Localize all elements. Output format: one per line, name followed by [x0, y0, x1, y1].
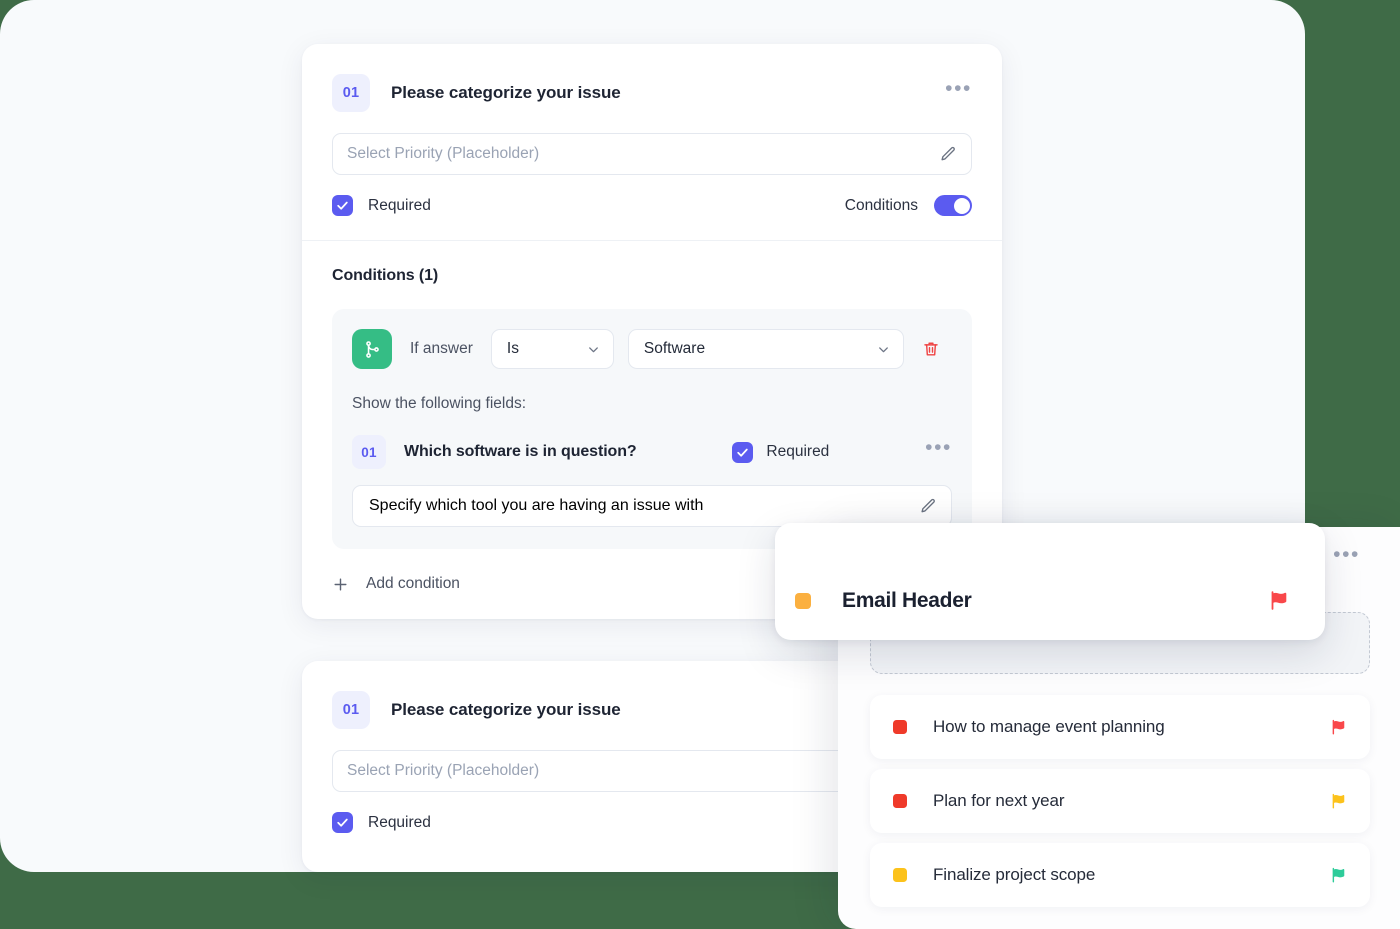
list-item[interactable]: Finalize project scope	[870, 843, 1370, 907]
priority-placeholder: Select Priority (Placeholder)	[347, 145, 540, 162]
task-color-swatch	[893, 720, 907, 734]
flag-icon[interactable]	[1329, 792, 1348, 811]
condition-value-select[interactable]: Software	[627, 329, 904, 369]
conditional-required-group: Required	[732, 441, 830, 463]
conditional-input-placeholder: Specify which tool you are having an iss…	[369, 497, 704, 514]
conditional-field-number-badge: 01	[352, 435, 386, 469]
if-answer-label: If answer	[410, 340, 473, 357]
pencil-icon[interactable]	[920, 498, 937, 515]
condition-operator-select[interactable]: Is	[490, 329, 614, 369]
conditional-required-label: Required	[766, 443, 830, 460]
flag-icon[interactable]	[1329, 866, 1348, 885]
conditional-field-menu-button[interactable]: •••	[925, 437, 952, 461]
question-menu-button[interactable]: •••	[945, 78, 972, 102]
conditional-field-title: Which software is in question?	[404, 443, 637, 460]
dragged-task-label: Email Header	[842, 589, 972, 612]
pencil-icon[interactable]	[940, 146, 957, 163]
question-options-row: Required Conditions	[332, 195, 972, 240]
required-label: Required	[368, 196, 431, 214]
task-label: Finalize project scope	[933, 865, 1096, 884]
lower-required-label: Required	[368, 813, 431, 831]
list-item[interactable]: Plan for next year	[870, 769, 1370, 833]
conditional-field-header: 01 Which software is in question? Requir…	[352, 435, 952, 469]
task-color-swatch	[795, 593, 811, 609]
lower-question-number-badge: 01	[332, 691, 370, 729]
task-label: Plan for next year	[933, 791, 1065, 810]
question-title: Please categorize your issue	[391, 83, 621, 102]
dragged-task-card[interactable]: Email Header	[775, 523, 1325, 640]
lower-question-title: Please categorize your issue	[391, 700, 621, 719]
condition-operator-value: Is	[506, 340, 519, 357]
condition-rule-row: If answer Is Software	[352, 329, 952, 369]
flag-icon[interactable]	[1329, 718, 1348, 737]
add-condition-button[interactable]: Add condition	[332, 575, 460, 593]
flag-icon[interactable]	[1267, 589, 1291, 613]
list-item[interactable]: How to manage event planning	[870, 695, 1370, 759]
task-color-swatch	[893, 794, 907, 808]
lower-priority-placeholder: Select Priority (Placeholder)	[347, 762, 540, 779]
lower-required-checkbox[interactable]	[332, 812, 353, 833]
conditions-toggle-label: Conditions	[844, 196, 918, 214]
tasks-menu-button[interactable]: •••	[1333, 544, 1360, 568]
conditions-heading: Conditions (1)	[332, 267, 439, 284]
git-branch-icon	[352, 329, 392, 369]
condition-value: Software	[643, 340, 706, 357]
conditions-toggle[interactable]	[934, 195, 972, 216]
conditional-required-checkbox[interactable]	[732, 441, 754, 463]
delete-condition-button[interactable]	[922, 340, 940, 358]
condition-item: If answer Is Software Show the following…	[332, 309, 972, 549]
plus-icon	[332, 576, 349, 593]
chevron-down-icon	[862, 342, 891, 357]
question-number-badge: 01	[332, 74, 370, 112]
chevron-down-icon	[572, 342, 601, 357]
task-label: How to manage event planning	[933, 717, 1165, 736]
add-condition-label: Add condition	[366, 575, 460, 592]
conditional-input-field[interactable]: Specify which tool you are having an iss…	[352, 485, 952, 527]
priority-select-field[interactable]: Select Priority (Placeholder)	[332, 133, 972, 175]
required-checkbox[interactable]	[332, 195, 353, 216]
question-header: 01 Please categorize your issue •••	[302, 44, 1002, 112]
task-color-swatch	[893, 868, 907, 882]
show-fields-label: Show the following fields:	[352, 395, 527, 412]
